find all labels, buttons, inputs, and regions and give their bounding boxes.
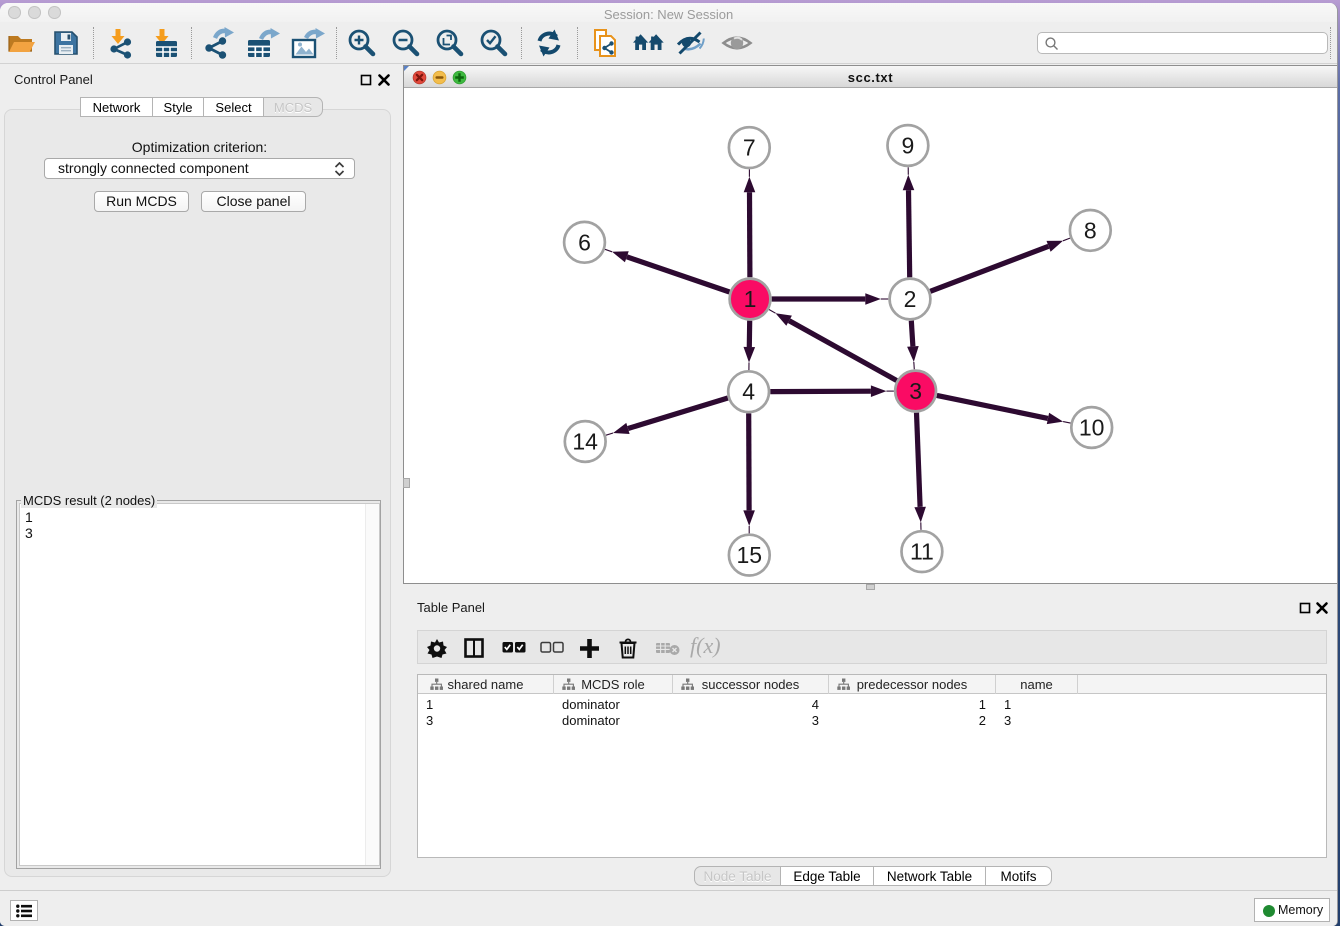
svg-text:10: 10 (1079, 415, 1105, 441)
svg-text:1: 1 (744, 286, 757, 312)
svg-text:8: 8 (1084, 217, 1097, 243)
svg-text:6: 6 (578, 229, 591, 255)
svg-text:11: 11 (910, 539, 934, 565)
svg-text:9: 9 (902, 133, 915, 159)
svg-text:14: 14 (572, 429, 598, 455)
svg-text:2: 2 (904, 286, 917, 312)
svg-text:15: 15 (737, 542, 763, 568)
svg-text:7: 7 (743, 135, 756, 161)
svg-text:3: 3 (909, 378, 922, 404)
svg-text:4: 4 (742, 379, 755, 405)
